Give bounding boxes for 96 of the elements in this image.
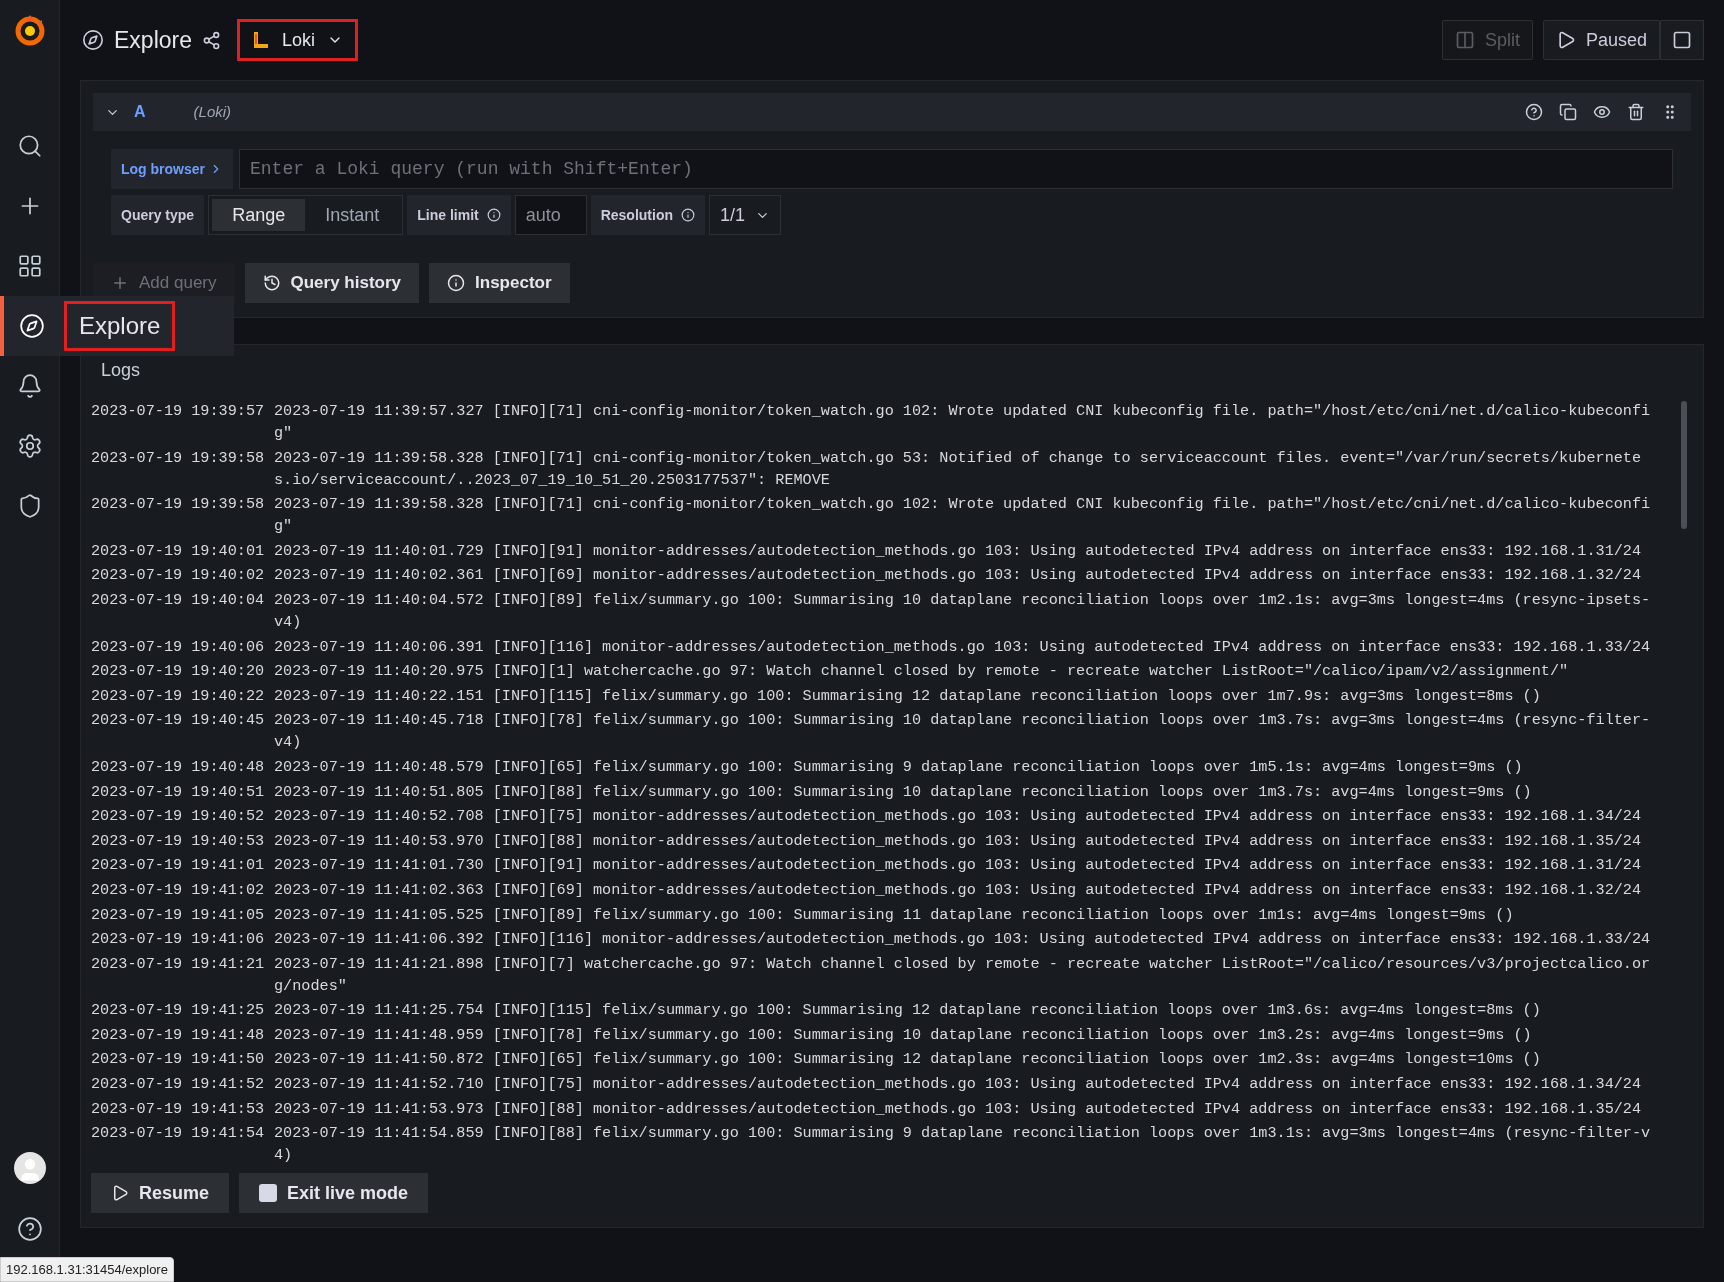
info-icon (486, 208, 501, 222)
log-timestamp: 2023-07-19 19:41:50 (91, 1049, 266, 1071)
log-line: 2023-07-19 11:41:53.973 [INFO][88] monitor-addresses/autodetection_methods.go 103: Using autodetected IPv4 address on interface ens33: 192.168.1.35/24 (274, 1098, 1643, 1120)
log-timestamp: 2023-07-19 19:41:25 (91, 1000, 266, 1022)
log-line: 2023-07-19 11:40:48.579 [INFO][65] felix/summary.go 100: Summarising 9 dataplane reconciliation loops over 1m5.1s: avg=4ms longest=9ms () (274, 756, 1524, 778)
trash-icon[interactable] (1627, 103, 1645, 121)
log-timestamp: 2023-07-19 19:41:48 (91, 1024, 266, 1046)
log-timestamp: 2023-07-19 19:40:20 (91, 661, 266, 683)
log-line: 2023-07-19 11:41:06.392 [INFO][116] monitor-addresses/autodetection_methods.go 103: Using autodetected IPv4 address on interface ens33: 192.168.1.33/24 (274, 929, 1651, 951)
columns-icon (1454, 30, 1475, 50)
resume-button[interactable]: Resume (91, 1173, 230, 1213)
log-line: 2023-07-19 11:40:04.572 [INFO][89] felix/summary.go 100: Summarising 10 dataplane reconciliation loops over 1m2.1s: avg=3ms longest=4ms (resync-ipsets-v4) (274, 589, 1651, 633)
eye-icon[interactable] (1593, 103, 1611, 121)
log-browser-button[interactable]: Log browser (111, 149, 233, 189)
exit-live-mode-button[interactable]: Exit live mode (239, 1173, 429, 1213)
query-letter: A (134, 102, 146, 122)
log-timestamp: 2023-07-19 19:40:02 (91, 565, 266, 587)
log-timestamp: 2023-07-19 19:41:54 (91, 1123, 266, 1145)
sidebar-item[interactable] (0, 296, 59, 356)
tooltip-label: Explore (64, 301, 176, 351)
log-line: 2023-07-19 11:40:06.391 [INFO][116] monitor-addresses/autodetection_methods.go 103: Using autodetected IPv4 address on interface ens33: 192.168.1.33/24 (274, 636, 1651, 658)
log-timestamp: 2023-07-19 19:41:53 (91, 1098, 266, 1120)
log-timestamp: 2023-07-19 19:40:45 (91, 710, 266, 732)
status-url: 192.168.1.31:31454/explore (0, 1256, 174, 1282)
datasource-picker[interactable]: Loki (237, 19, 358, 61)
log-line: 2023-07-19 11:40:01.729 [INFO][91] monitor-addresses/autodetection_methods.go 103: Using autodetected IPv4 address on interface ens33: 192.168.1.31/24 (274, 540, 1643, 562)
log-line: 2023-07-19 11:41:05.525 [INFO][89] felix/summary.go 100: Summarising 11 dataplane reconciliation loops over 1m1s: avg=4ms longest=9ms () (274, 904, 1515, 926)
log-line: 2023-07-19 11:41:52.710 [INFO][75] monitor-addresses/autodetection_methods.go 103: Using autodetected IPv4 address on interface ens33: 192.168.1.34/24 (274, 1074, 1643, 1096)
log-timestamp: 2023-07-19 19:39:58 (91, 494, 266, 516)
query-type-option[interactable]: Instant (305, 199, 400, 231)
inspector-button[interactable]: Inspector (429, 263, 570, 303)
help-icon[interactable] (16, 1216, 43, 1242)
log-timestamp: 2023-07-19 19:41:02 (91, 879, 266, 901)
log-timestamp: 2023-07-19 19:40:06 (91, 636, 266, 658)
search-icon (16, 133, 43, 159)
log-line: 2023-07-19 11:40:02.361 [INFO][69] monitor-addresses/autodetection_methods.go 103: Using autodetected IPv4 address on interface ens33: 192.168.1.32/24 (274, 565, 1643, 587)
query-type-label: Query type (111, 195, 205, 235)
log-timestamp: 2023-07-19 19:40:52 (91, 806, 266, 828)
grid-icon (16, 253, 43, 279)
query-input[interactable]: Enter a Loki query (run with Shift+Enter) (239, 149, 1673, 189)
log-line: 2023-07-19 11:40:20.975 [INFO][1] watchercache.go 97: Watch channel closed by remote - recreate watcher ListRoot="/calico/ipam/v2/assignment/" (274, 661, 1570, 683)
log-timestamp: 2023-07-19 19:40:51 (91, 781, 266, 803)
log-timestamp: 2023-07-19 19:40:22 (91, 685, 266, 707)
log-line: 2023-07-19 11:40:45.718 [INFO][78] felix/summary.go 100: Summarising 10 dataplane reconciliation loops over 1m3.7s: avg=3ms longest=4ms (resync-filter-v4) (274, 710, 1651, 754)
bell-icon (16, 373, 43, 399)
square-icon (1672, 30, 1692, 50)
logs-title: Logs (101, 359, 142, 382)
query-history-button[interactable]: Query history (244, 263, 420, 303)
settings-icon (16, 433, 43, 459)
log-line: 2023-07-19 11:41:01.730 [INFO][91] monitor-addresses/autodetection_methods.go 103: Using autodetected IPv4 address on interface ens33: 192.168.1.31/24 (274, 855, 1643, 877)
log-timestamp: 2023-07-19 19:39:57 (91, 401, 266, 422)
plus-icon (111, 274, 129, 292)
stop-button[interactable] (1660, 20, 1704, 60)
help-icon[interactable] (1525, 103, 1543, 121)
datasource-logo-icon (252, 30, 270, 50)
log-timestamp: 2023-07-19 19:41:21 (91, 953, 266, 975)
query-source: (Loki) (193, 101, 232, 122)
log-line: 2023-07-19 11:39:58.328 [INFO][71] cni-config-monitor/token_watch.go 53: Notified of change to serviceaccount files. event="/var/run/secrets/kubernetes.io/serviceaccount/..2023_07_19_10_51_20.2503177537": REMOVE (274, 447, 1643, 491)
compass-icon (18, 313, 45, 339)
log-line: 2023-07-19 11:41:21.898 [INFO][7] watchercache.go 97: Watch channel closed by remote - recreate watcher ListRoot="/calico/resources/v3/projectcalico.org/nodes" (274, 953, 1651, 997)
log-timestamp: 2023-07-19 19:40:48 (91, 756, 266, 778)
log-timestamp: 2023-07-19 19:39:58 (91, 447, 266, 469)
log-timestamp: 2023-07-19 19:40:53 (91, 830, 266, 852)
play-icon (111, 1184, 129, 1202)
log-line: 2023-07-19 11:41:50.872 [INFO][65] felix/summary.go 100: Summarising 12 dataplane reconciliation loops over 1m2.3s: avg=4ms longest=10ms () (274, 1049, 1542, 1071)
resolution-select[interactable]: 1/1 (709, 195, 782, 235)
log-line: 2023-07-19 11:39:58.328 [INFO][71] cni-config-monitor/token_watch.go 102: Wrote updated CNI kubeconfig file. path="/host/etc/cni/net.d/calico-kubeconfig" (274, 494, 1651, 538)
paused-button[interactable]: Paused (1542, 20, 1660, 60)
log-timestamp: 2023-07-19 19:40:04 (91, 589, 266, 611)
history-icon (262, 274, 281, 292)
log-line: 2023-07-19 11:41:02.363 [INFO][69] monitor-addresses/autodetection_methods.go 103: Using autodetected IPv4 address on interface ens33: 192.168.1.32/24 (274, 879, 1643, 901)
copy-icon[interactable] (1559, 103, 1577, 121)
log-line: 2023-07-19 11:40:51.805 [INFO][88] felix/summary.go 100: Summarising 10 dataplane reconciliation loops over 1m3.7s: avg=4ms longest=9ms () (274, 781, 1533, 803)
log-timestamp: 2023-07-19 19:41:52 (91, 1074, 266, 1096)
query-type-option[interactable]: Range (212, 199, 306, 231)
log-timestamp: 2023-07-19 19:41:05 (91, 904, 266, 926)
log-line: 2023-07-19 11:40:22.151 [INFO][115] felix/summary.go 100: Summarising 12 dataplane reconciliation loops over 1m7.9s: avg=3ms longest=8ms () (274, 685, 1542, 707)
avatar-icon[interactable] (13, 1152, 46, 1184)
info-icon (681, 208, 696, 222)
stop-square-icon (259, 1184, 278, 1202)
log-timestamp: 2023-07-19 19:40:01 (91, 540, 266, 562)
log-line: 2023-07-19 11:40:52.708 [INFO][75] monitor-addresses/autodetection_methods.go 103: Using autodetected IPv4 address on interface ens33: 192.168.1.34/24 (274, 806, 1643, 828)
line-limit-input[interactable]: auto (514, 195, 587, 235)
line-limit-label: Line limit (407, 195, 511, 235)
info-icon (447, 274, 466, 292)
log-line: 2023-07-19 11:41:48.959 [INFO][78] felix/summary.go 100: Summarising 10 dataplane reconciliation loops over 1m3.2s: avg=4ms longest=9ms () (274, 1024, 1533, 1046)
log-line: 2023-07-19 11:39:57.327 [INFO][71] cni-config-monitor/token_watch.go 102: Wrote updated CNI kubeconfig file. path="/host/etc/cni/net.d/calico-kubeconfig" (274, 401, 1651, 444)
compass-icon (82, 29, 104, 51)
page-title: Explore (114, 25, 192, 55)
log-line: 2023-07-19 11:41:54.859 [INFO][88] felix/summary.go 100: Summarising 9 dataplane reconciliation loops over 1m3.1s: avg=3ms longest=4ms (resync-filter-v4) (274, 1123, 1651, 1167)
log-line: 2023-07-19 11:40:53.970 [INFO][88] monitor-addresses/autodetection_methods.go 103: Using autodetected IPv4 address on interface ens33: 192.168.1.35/24 (274, 830, 1643, 852)
log-timestamp: 2023-07-19 19:41:06 (91, 929, 266, 951)
log-line: 2023-07-19 11:41:25.754 [INFO][115] felix/summary.go 100: Summarising 12 dataplane reconciliation loops over 1m3.6s: avg=4ms longest=8ms () (274, 1000, 1542, 1022)
share-icon[interactable] (202, 30, 221, 50)
log-timestamp: 2023-07-19 19:41:01 (91, 855, 266, 877)
resolution-label: Resolution (590, 195, 706, 235)
